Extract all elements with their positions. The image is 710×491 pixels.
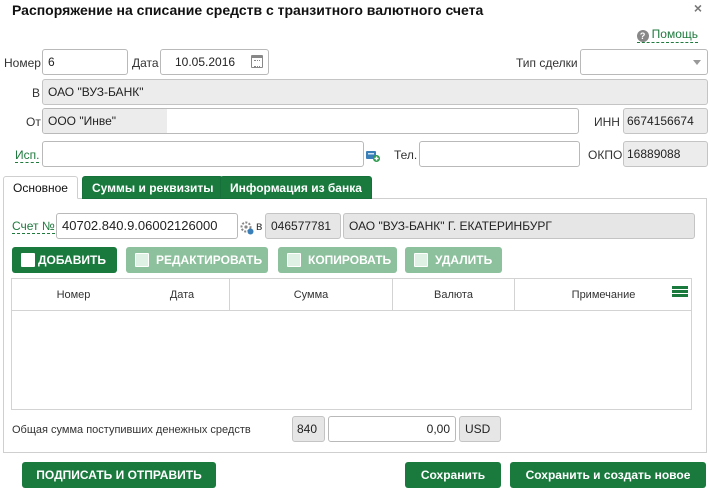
okpo-field: 16889088: [623, 141, 708, 167]
executor-input[interactable]: [42, 141, 364, 167]
from-value: ООО "Инве": [43, 109, 167, 133]
edit-label: РЕДАКТИРОВАТЬ: [156, 253, 263, 267]
to-label: В: [32, 86, 41, 100]
column-header-amount[interactable]: Сумма: [230, 279, 392, 311]
calendar-icon[interactable]: [251, 55, 263, 68]
contact-book-icon[interactable]: [365, 149, 381, 163]
executor-link[interactable]: Исп.: [15, 148, 40, 163]
documents-table: Номер Дата Сумма Валюта Примечание: [11, 278, 692, 410]
account-input[interactable]: 40702.840.9.06002126000: [56, 213, 238, 239]
number-label: Номер: [4, 56, 41, 70]
help-label: Помощь: [651, 27, 698, 41]
column-header-date[interactable]: Дата: [135, 279, 229, 311]
column-header-note[interactable]: Примечание: [515, 279, 692, 311]
bank-name-field: ОАО "ВУЗ-БАНК" Г. ЕКАТЕРИНБУРГ: [343, 213, 695, 239]
copy-icon: [287, 253, 301, 267]
save-and-new-button[interactable]: Сохранить и создать новое: [510, 462, 706, 488]
edit-icon: [135, 253, 149, 267]
date-label: Дата: [132, 56, 159, 70]
number-input[interactable]: 6: [42, 49, 128, 75]
phone-input[interactable]: [419, 141, 580, 167]
close-icon[interactable]: ×: [694, 0, 702, 16]
add-icon: [21, 253, 35, 267]
help-link[interactable]: ? Помощь: [636, 27, 698, 43]
total-label: Общая сумма поступивших денежных средств: [12, 424, 251, 436]
account-in-label: в: [256, 219, 263, 233]
copy-button[interactable]: КОПИРОВАТЬ: [278, 247, 397, 273]
copy-label: КОПИРОВАТЬ: [308, 253, 392, 267]
bik-field: 046577781: [265, 213, 341, 239]
from-field[interactable]: ООО "Инве": [42, 108, 579, 134]
to-bank-field: ОАО "ВУЗ-БАНК": [42, 79, 708, 105]
okpo-label: ОКПО: [588, 148, 623, 162]
date-value: 10.05.2016: [175, 55, 236, 69]
tab-bank-info[interactable]: Информация из банка: [220, 176, 372, 199]
sign-and-send-button[interactable]: ПОДПИСАТЬ И ОТПРАВИТЬ: [22, 462, 216, 488]
date-input[interactable]: 10.05.2016: [160, 49, 269, 75]
add-button[interactable]: ДОБАВИТЬ: [12, 247, 117, 273]
delete-icon: [414, 253, 428, 267]
account-lookup-icon[interactable]: [240, 221, 254, 235]
phone-label: Тел.: [394, 148, 418, 162]
window-title: Распоряжение на списание средств с транз…: [12, 2, 484, 18]
column-header-number[interactable]: Номер: [12, 279, 135, 311]
deal-type-label: Тип сделки: [516, 56, 578, 70]
table-header: Номер Дата Сумма Валюта Примечание: [12, 279, 691, 311]
add-label: ДОБАВИТЬ: [38, 253, 106, 267]
question-icon: ?: [636, 30, 649, 42]
delete-label: УДАЛИТЬ: [435, 253, 493, 267]
account-link[interactable]: Счет №: [12, 219, 55, 234]
chevron-down-icon: [693, 60, 701, 65]
tab-main[interactable]: Основное: [3, 176, 78, 199]
total-currency: USD: [459, 416, 501, 442]
column-header-currency[interactable]: Валюта: [393, 279, 514, 311]
from-label: От: [26, 115, 41, 129]
tab-sums[interactable]: Суммы и реквизиты: [82, 176, 224, 199]
columns-settings-icon[interactable]: [672, 286, 688, 300]
inn-field: 6674156674: [623, 108, 708, 134]
delete-button[interactable]: УДАЛИТЬ: [405, 247, 502, 273]
save-button[interactable]: Сохранить: [405, 462, 501, 488]
inn-label: ИНН: [594, 115, 620, 129]
total-amount: 0,00: [328, 416, 456, 442]
edit-button[interactable]: РЕДАКТИРОВАТЬ: [126, 247, 268, 273]
total-currency-code: 840: [292, 416, 325, 442]
deal-type-select[interactable]: [580, 49, 708, 75]
